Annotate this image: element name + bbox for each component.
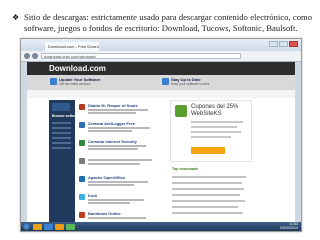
list-item[interactable]: Zemana AntiLogger Free: [78, 120, 166, 134]
back-icon[interactable]: [24, 53, 30, 59]
item-desc: [88, 145, 146, 147]
download-row[interactable]: [172, 194, 240, 196]
sidebar: Browse software: [49, 100, 80, 228]
sidebar-item[interactable]: [52, 132, 71, 134]
item-desc: [88, 109, 148, 111]
coupon-text: [191, 121, 243, 123]
download-row[interactable]: [172, 200, 245, 202]
sidebar-title: Browse software: [52, 114, 81, 118]
item-desc: [88, 127, 150, 129]
update-icon: [50, 78, 57, 85]
browser-titlebar: Download.com - Free Downl...: [21, 39, 301, 51]
promo-desc: Keep your software current: [171, 82, 210, 86]
sidebar-item[interactable]: [52, 137, 71, 139]
item-desc: [88, 163, 140, 165]
url-input[interactable]: download.cnet.com/windows/: [41, 53, 241, 59]
minimize-button[interactable]: [269, 41, 278, 47]
app-icon: [79, 140, 85, 146]
taskbar: 11:53 04/10/2014: [21, 222, 301, 231]
taskbar-app-icon[interactable]: [66, 223, 75, 230]
taskbar-app-icon[interactable]: [33, 223, 42, 230]
item-desc: [88, 181, 148, 183]
coupon-title: Cupones del 25%: [191, 104, 239, 110]
list-item[interactable]: [78, 156, 166, 170]
top-downloads-title: Top downloads: [172, 167, 199, 171]
bullet-text: Sitio de descargas: estrictamente usado …: [24, 12, 312, 33]
list-item[interactable]: Comodo Internet Security: [78, 138, 166, 152]
item-title: Zemana AntiLogger Free: [88, 121, 135, 126]
site-header: Download.com: [27, 62, 295, 75]
refresh-icon: [162, 78, 169, 85]
item-title: Comodo Internet Security: [88, 139, 137, 144]
app-icon: [79, 212, 85, 218]
site-logo-suffix: .com: [87, 64, 106, 73]
taskbar-app-icon[interactable]: [55, 223, 64, 230]
item-desc: [88, 202, 130, 204]
taskbar-clock[interactable]: 11:53 04/10/2014: [280, 222, 298, 230]
slide-bullet: ❖ Sitio de descargas: estrictamente usad…: [12, 12, 312, 33]
list-item[interactable]: Diablo III: Reaper of Souls: [78, 102, 166, 116]
item-title: Apache OpenOffice: [88, 175, 126, 180]
app-icon: [79, 104, 85, 110]
list-item[interactable]: Kodi: [78, 192, 166, 206]
software-list: Diablo III: Reaper of Souls Zemana AntiL…: [78, 100, 166, 228]
coupon-text: [191, 136, 231, 138]
browser-screenshot: Download.com - Free Downl... download.cn…: [20, 38, 302, 232]
coupon-ad[interactable]: Cupones del 25% WebSiteKS: [170, 100, 252, 162]
top-downloads: Top downloads: [170, 166, 252, 228]
item-desc: [88, 217, 146, 219]
coupon-subtitle: WebSiteKS: [191, 111, 222, 117]
promo-desc: Get the latest versions: [59, 82, 91, 86]
clock-date: 04/10/2014: [280, 225, 298, 230]
item-title: Kodi: [88, 193, 97, 198]
item-title: Diablo III: Reaper of Souls: [88, 103, 138, 108]
windows-start-icon[interactable]: [23, 223, 30, 230]
forward-icon[interactable]: [32, 53, 38, 59]
app-icon: [79, 122, 85, 128]
browser-tab[interactable]: Download.com - Free Downl...: [45, 42, 99, 51]
sidebar-item[interactable]: [52, 142, 71, 144]
window-controls: [269, 41, 298, 47]
coupon-icon: [175, 105, 187, 117]
item-desc: [88, 199, 144, 201]
bullet-icon: ❖: [12, 13, 20, 22]
item-desc: [88, 159, 152, 161]
download-row[interactable]: [172, 182, 242, 184]
download-row[interactable]: [172, 212, 243, 214]
close-button[interactable]: [289, 41, 298, 47]
sidebar-item[interactable]: [52, 147, 71, 149]
list-item[interactable]: Apache OpenOffice: [78, 174, 166, 188]
coupon-text: [191, 126, 237, 128]
banner-strip: [27, 90, 295, 98]
item-desc: [88, 112, 136, 114]
promo-stay[interactable]: Stay Up to Date Keep your software curre…: [162, 77, 261, 88]
maximize-button[interactable]: [279, 41, 288, 47]
sidebar-item[interactable]: [52, 127, 71, 129]
app-icon: [79, 158, 85, 164]
app-icon: [79, 176, 85, 182]
promo-bar: Update Your Software Get the latest vers…: [27, 75, 295, 90]
item-title: Bandicam Online: [88, 211, 121, 216]
download-row[interactable]: [172, 176, 246, 178]
download-row[interactable]: [172, 206, 238, 208]
address-bar: download.cnet.com/windows/: [21, 51, 301, 62]
app-icon: [79, 194, 85, 200]
sidebar-item[interactable]: [52, 122, 71, 124]
promo-update[interactable]: Update Your Software Get the latest vers…: [50, 77, 149, 88]
site-logo-text: Download: [49, 64, 88, 73]
download-row[interactable]: [172, 188, 244, 190]
sidebar-logo: [52, 103, 70, 111]
item-desc: [88, 130, 132, 132]
coupon-text: [191, 131, 241, 133]
item-desc: [88, 148, 138, 150]
web-page: Download.com Update Your Software Get th…: [27, 62, 295, 231]
taskbar-app-icon[interactable]: [44, 223, 53, 230]
coupon-button[interactable]: [191, 147, 225, 154]
site-logo[interactable]: Download.com: [49, 64, 106, 73]
item-desc: [88, 184, 134, 186]
